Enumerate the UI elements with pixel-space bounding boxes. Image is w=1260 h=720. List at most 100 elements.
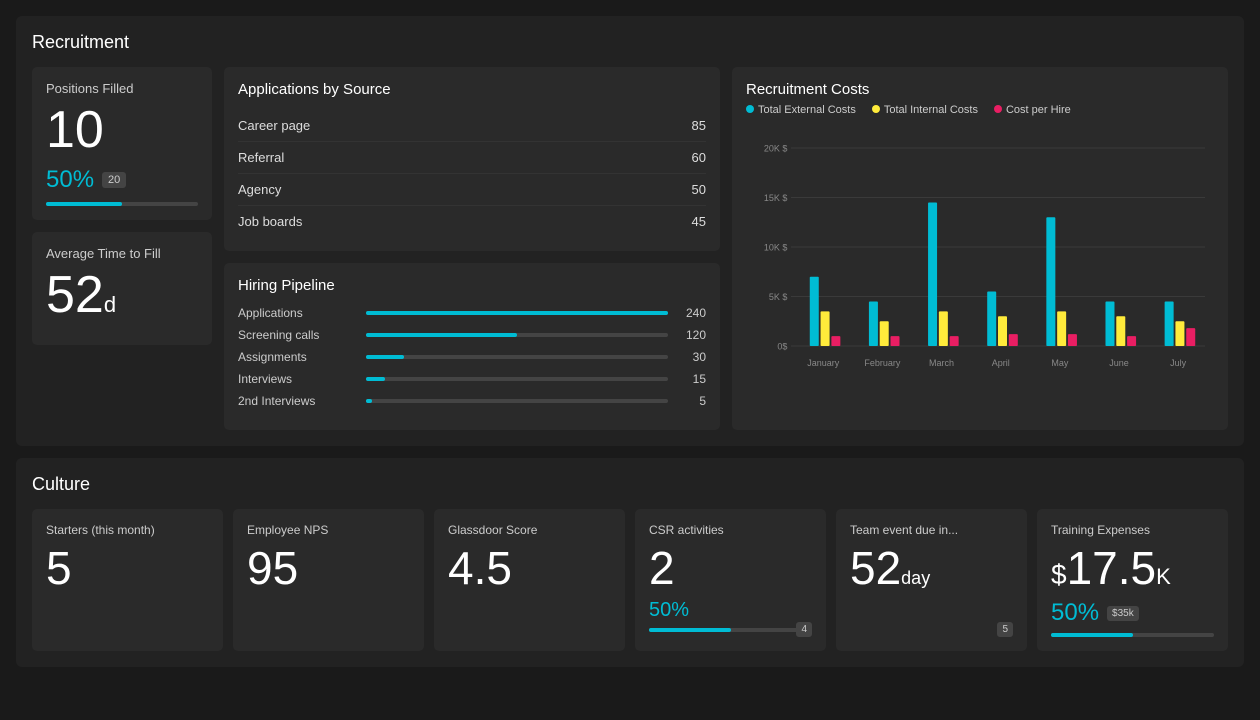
svg-text:15K $: 15K $ <box>764 193 788 203</box>
pipeline-label: Screening calls <box>238 328 358 342</box>
avg-time-label: Average Time to Fill <box>46 246 198 261</box>
svg-text:April: April <box>992 358 1010 368</box>
left-column: Positions Filled 10 50% 20 Average Time … <box>32 67 212 430</box>
legend-dot <box>746 105 754 113</box>
culture-grid: Starters (this month) 5 Employee NPS 95 Glas… <box>32 509 1228 651</box>
culture-card: Starters (this month) 5 <box>32 509 223 651</box>
culture-card: Team event due in...52day5 <box>836 509 1027 651</box>
positions-filled-progress-bg <box>46 202 198 206</box>
expense-pct-row: 50% $35k <box>1051 599 1214 627</box>
culture-card-label: Glassdoor Score <box>448 523 611 537</box>
source-count: 50 <box>692 182 706 197</box>
culture-progress-bg <box>649 628 812 632</box>
source-count: 60 <box>692 150 706 165</box>
culture-pct: 50% <box>649 599 812 622</box>
culture-section: Culture Starters (this month) 5 Employee N… <box>16 458 1244 667</box>
svg-text:20K $: 20K $ <box>764 144 788 154</box>
pipeline-bar-fill <box>366 333 517 337</box>
svg-text:July: July <box>1170 358 1187 368</box>
positions-filled-pct-row: 50% 20 <box>46 166 198 194</box>
pipeline-row: Applications 240 <box>238 306 706 320</box>
pipeline-label: 2nd Interviews <box>238 394 358 408</box>
culture-card-label: CSR activities <box>649 523 812 537</box>
positions-filled-pct: 50% <box>46 166 94 194</box>
positions-filled-card: Positions Filled 10 50% 20 <box>32 67 212 220</box>
pipeline-row: Assignments 30 <box>238 350 706 364</box>
apps-source-title: Applications by Source <box>238 81 706 98</box>
recruitment-section: Recruitment Positions Filled 10 50% 20 <box>16 16 1244 446</box>
pipeline-bar-bg <box>366 355 668 359</box>
culture-card-label: Training Expenses <box>1051 523 1214 537</box>
svg-text:March: March <box>929 358 954 368</box>
svg-text:10K $: 10K $ <box>764 243 788 253</box>
culture-card-value: $17.5K <box>1051 545 1214 591</box>
pipeline-label: Interviews <box>238 372 358 386</box>
expense-badge: $35k <box>1107 606 1139 621</box>
source-name: Agency <box>238 182 281 197</box>
culture-card-value: 4.5 <box>448 545 611 591</box>
pipeline-count: 240 <box>676 306 706 320</box>
positions-filled-badge: 20 <box>102 172 126 188</box>
positions-filled-progress-fill <box>46 202 122 206</box>
legend-dot <box>872 105 880 113</box>
chart-area: 20K $15K $10K $5K $0$JanuaryFebruaryMarc… <box>746 126 1214 386</box>
costs-chart: 20K $15K $10K $5K $0$JanuaryFebruaryMarc… <box>746 126 1214 386</box>
culture-card-label: Employee NPS <box>247 523 410 537</box>
svg-text:January: January <box>807 358 840 368</box>
source-row: Agency 50 <box>238 174 706 206</box>
source-rows: Career page 85 Referral 60 Agency 50 Job board… <box>238 110 706 237</box>
culture-card: CSR activities 2 50%4 <box>635 509 826 651</box>
pipeline-bar-bg <box>366 399 668 403</box>
source-name: Career page <box>238 118 310 133</box>
source-name: Referral <box>238 150 284 165</box>
costs-card: Recruitment Costs Total External CostsTo… <box>732 67 1228 430</box>
pipeline-title: Hiring Pipeline <box>238 277 706 294</box>
culture-card-value: 95 <box>247 545 410 591</box>
culture-card: Glassdoor Score 4.5 <box>434 509 625 651</box>
source-count: 85 <box>692 118 706 133</box>
expense-progress-fill <box>1051 633 1133 637</box>
culture-card-badge: 4 <box>796 622 812 637</box>
pipeline-row: 2nd Interviews 5 <box>238 394 706 408</box>
svg-text:June: June <box>1109 358 1129 368</box>
dashboard: Recruitment Positions Filled 10 50% 20 <box>16 16 1244 667</box>
legend-item: Total Internal Costs <box>872 104 978 116</box>
culture-card-badge: 5 <box>997 622 1013 637</box>
culture-card: Employee NPS 95 <box>233 509 424 651</box>
source-row: Career page 85 <box>238 110 706 142</box>
pipeline-bar-bg <box>366 333 668 337</box>
legend-dot <box>994 105 1002 113</box>
pipeline-bar-bg <box>366 311 668 315</box>
svg-text:May: May <box>1051 358 1069 368</box>
apps-by-source-card: Applications by Source Career page 85 Refe… <box>224 67 720 251</box>
expense-pct: 50% <box>1051 599 1099 627</box>
culture-card: Training Expenses $17.5K 50% $35k <box>1037 509 1228 651</box>
source-row: Job boards45 <box>238 206 706 237</box>
culture-progress-fill <box>649 628 731 632</box>
costs-legend: Total External Costs Total Internal Costs… <box>746 104 1214 116</box>
pipeline-count: 30 <box>676 350 706 364</box>
costs-title: Recruitment Costs <box>746 81 1214 98</box>
legend-item: Cost per Hire <box>994 104 1071 116</box>
pipeline-bar-fill <box>366 355 404 359</box>
hiring-pipeline-card: Hiring Pipeline Applications 240 Screeni… <box>224 263 720 430</box>
expense-progress-bg <box>1051 633 1214 637</box>
svg-text:0$: 0$ <box>777 342 787 352</box>
culture-card-label: Team event due in... <box>850 523 1013 537</box>
pipeline-bar-fill <box>366 311 668 315</box>
middle-column: Applications by Source Career page 85 Refe… <box>224 67 720 430</box>
svg-text:February: February <box>864 358 901 368</box>
culture-title: Culture <box>32 474 1228 495</box>
legend-item: Total External Costs <box>746 104 856 116</box>
pipeline-label: Applications <box>238 306 358 320</box>
source-count: 45 <box>692 214 706 229</box>
culture-card-value: 2 <box>649 545 812 591</box>
pipeline-bar-bg <box>366 377 668 381</box>
pipeline-count: 120 <box>676 328 706 342</box>
positions-filled-label: Positions Filled <box>46 81 198 96</box>
recruitment-grid: Positions Filled 10 50% 20 Average Time … <box>32 67 1228 430</box>
pipeline-row: Interviews 15 <box>238 372 706 386</box>
culture-card-value: 5 <box>46 545 209 591</box>
culture-card-label: Starters (this month) <box>46 523 209 537</box>
pipeline-row: Screening calls 120 <box>238 328 706 342</box>
